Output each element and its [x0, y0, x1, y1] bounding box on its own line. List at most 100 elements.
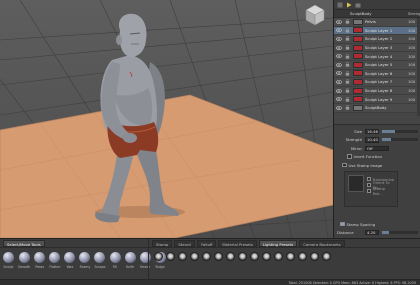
sculpt-tool-wax[interactable]: Wax [64, 252, 76, 269]
layer-name: Sculpt Layer 7 [365, 79, 393, 85]
visibility-eye-icon[interactable] [336, 45, 342, 51]
layer-color-swatch [353, 35, 363, 42]
invert-checkbox[interactable] [347, 154, 352, 159]
sculpt-tool-fill[interactable]: Fill [109, 252, 121, 269]
bottom-shelf: Select/Move Tools Sculpt Smooth Relax Flatt… [0, 238, 420, 285]
lock-icon[interactable] [344, 88, 350, 94]
stamp-thumbnail[interactable] [166, 252, 175, 261]
stamp-spacing-checkbox[interactable] [340, 221, 345, 227]
stamp-thumbnail[interactable] [238, 252, 247, 261]
sculpt-tool-smooth[interactable]: Smooth [18, 252, 30, 269]
tab-stamp[interactable]: Stamp [152, 239, 173, 247]
use-stamp-row[interactable]: Use Stamp Image [337, 162, 418, 169]
lock-icon[interactable] [344, 36, 350, 42]
layer-color-swatch [353, 61, 363, 68]
lock-icon[interactable] [344, 79, 350, 85]
sculpt-tool-foamy[interactable]: Foamy [79, 252, 91, 269]
size-field[interactable]: 16.46 [365, 128, 379, 135]
layers-toolbar [334, 0, 420, 10]
visibility-eye-icon[interactable] [336, 70, 342, 76]
viewport-grid [0, 0, 333, 238]
visibility-eye-icon[interactable] [336, 36, 342, 42]
invert-row[interactable]: Invert Function [337, 153, 418, 160]
add-layer-icon[interactable] [337, 2, 343, 8]
lock-icon[interactable] [344, 105, 350, 111]
lock-icon[interactable] [344, 27, 350, 33]
size-row: Size 16.46 [337, 128, 418, 135]
tool-label: Fill [112, 265, 118, 269]
stamp-thumbnail[interactable] [202, 252, 211, 261]
visibility-eye-icon[interactable] [336, 105, 342, 111]
stamp-thumbnail[interactable] [226, 252, 235, 261]
visibility-eye-icon[interactable] [336, 96, 342, 102]
sculpt-tool-flatten[interactable]: Flatten [49, 252, 60, 269]
lock-icon[interactable] [344, 70, 350, 76]
strength-slider[interactable] [382, 138, 418, 142]
tab-stencil[interactable]: Stencil [174, 239, 196, 247]
stamp-thumbnails [149, 248, 420, 261]
layer-row[interactable]: Sculpt Layer 9 100 [334, 95, 420, 104]
sculpt-tool-relax[interactable]: Relax [34, 252, 46, 269]
stamp-image-slot[interactable] [348, 174, 365, 192]
layer-row[interactable]: Sculpt Layer 2 100 [334, 35, 420, 44]
stamp-thumbnail[interactable] [274, 252, 283, 261]
sculpt-tool-sculpt[interactable]: Sculpt [3, 252, 14, 269]
distance-field[interactable]: 4.20 [365, 229, 379, 236]
stamp-thumbnail[interactable] [214, 252, 223, 261]
layer-row[interactable]: Sculpt Layer 7 100 [334, 78, 420, 87]
play-icon[interactable] [346, 2, 352, 8]
view-cube[interactable] [305, 4, 325, 26]
lock-icon[interactable] [344, 45, 350, 51]
layer-row[interactable]: Sculpt Layer 5 100 [334, 60, 420, 70]
distance-slider[interactable] [382, 230, 418, 234]
lock-icon[interactable] [344, 62, 350, 68]
3d-viewport[interactable] [0, 0, 333, 238]
sculpt-tool-knife[interactable]: Knife [124, 252, 136, 269]
lock-icon[interactable] [344, 19, 350, 25]
layer-row[interactable]: Sculpt Layer 1 100 [334, 26, 420, 36]
stamp-thumbnail[interactable] [310, 252, 319, 261]
layer-row[interactable]: Sculpt Layer 8 100 [334, 86, 420, 96]
tab-lighting-presets[interactable]: Lighting Presets [258, 239, 298, 247]
layer-row[interactable]: Sculpt Layer 3 100 [334, 43, 420, 53]
visibility-eye-icon[interactable] [336, 27, 342, 33]
tool-sphere-icon [34, 252, 46, 263]
layer-row[interactable]: Sculpt Layer 6 100 [334, 69, 420, 79]
stamp-option-rotate[interactable]: Stamp Rot... [367, 186, 394, 196]
stamp-thumbnail[interactable] [298, 252, 307, 261]
lock-icon[interactable] [344, 53, 350, 59]
tab-falloff[interactable]: Falloff [197, 239, 217, 247]
visibility-eye-icon[interactable] [336, 88, 342, 94]
stamp-thumbnail[interactable] [286, 252, 295, 261]
stamp-thumbnail[interactable] [178, 252, 187, 261]
mirror-select[interactable]: Off [365, 145, 389, 152]
tool-sphere-icon [94, 252, 106, 263]
visibility-eye-icon[interactable] [336, 79, 342, 85]
strength-label: Strength [345, 137, 362, 143]
layer-row[interactable]: SculptBody [334, 103, 420, 113]
tool-sphere-icon [64, 252, 76, 263]
layer-row[interactable]: Sculpt Layer 4 100 [334, 52, 420, 61]
tool-label: Scrape [94, 265, 106, 269]
stamp-thumbnail[interactable] [322, 252, 331, 261]
use-stamp-checkbox[interactable] [342, 162, 347, 168]
strength-field[interactable]: 10.40 [365, 137, 379, 143]
visibility-eye-icon[interactable] [336, 19, 342, 25]
layer-row[interactable]: Pelvis 100 [334, 18, 420, 27]
stamp-thumbnail[interactable] [154, 252, 163, 261]
stamp-thumbnail[interactable] [190, 252, 199, 261]
sculpt-tool-scrape[interactable]: Scrape [94, 252, 106, 269]
tab-camera-bookmarks[interactable]: Camera Bookmarks [299, 239, 345, 247]
layers-panel: SculptBody Strength Pelvis100Sculpt Laye… [333, 0, 420, 238]
size-slider[interactable] [382, 130, 418, 133]
stamp-thumbnail[interactable] [262, 252, 271, 261]
lock-icon[interactable] [344, 96, 350, 102]
stamp-thumbnail[interactable] [250, 252, 259, 261]
tab-material-presets[interactable]: Material Presets [218, 239, 257, 247]
tab-select-move-tools[interactable]: Select/Move Tools [3, 239, 45, 247]
visibility-eye-icon[interactable] [336, 62, 342, 68]
stamp-spacing-row[interactable]: Stamp Spacing [337, 221, 418, 228]
visibility-eye-icon[interactable] [336, 53, 342, 59]
folder-icon[interactable] [355, 2, 361, 8]
size-label: Size [354, 129, 362, 134]
